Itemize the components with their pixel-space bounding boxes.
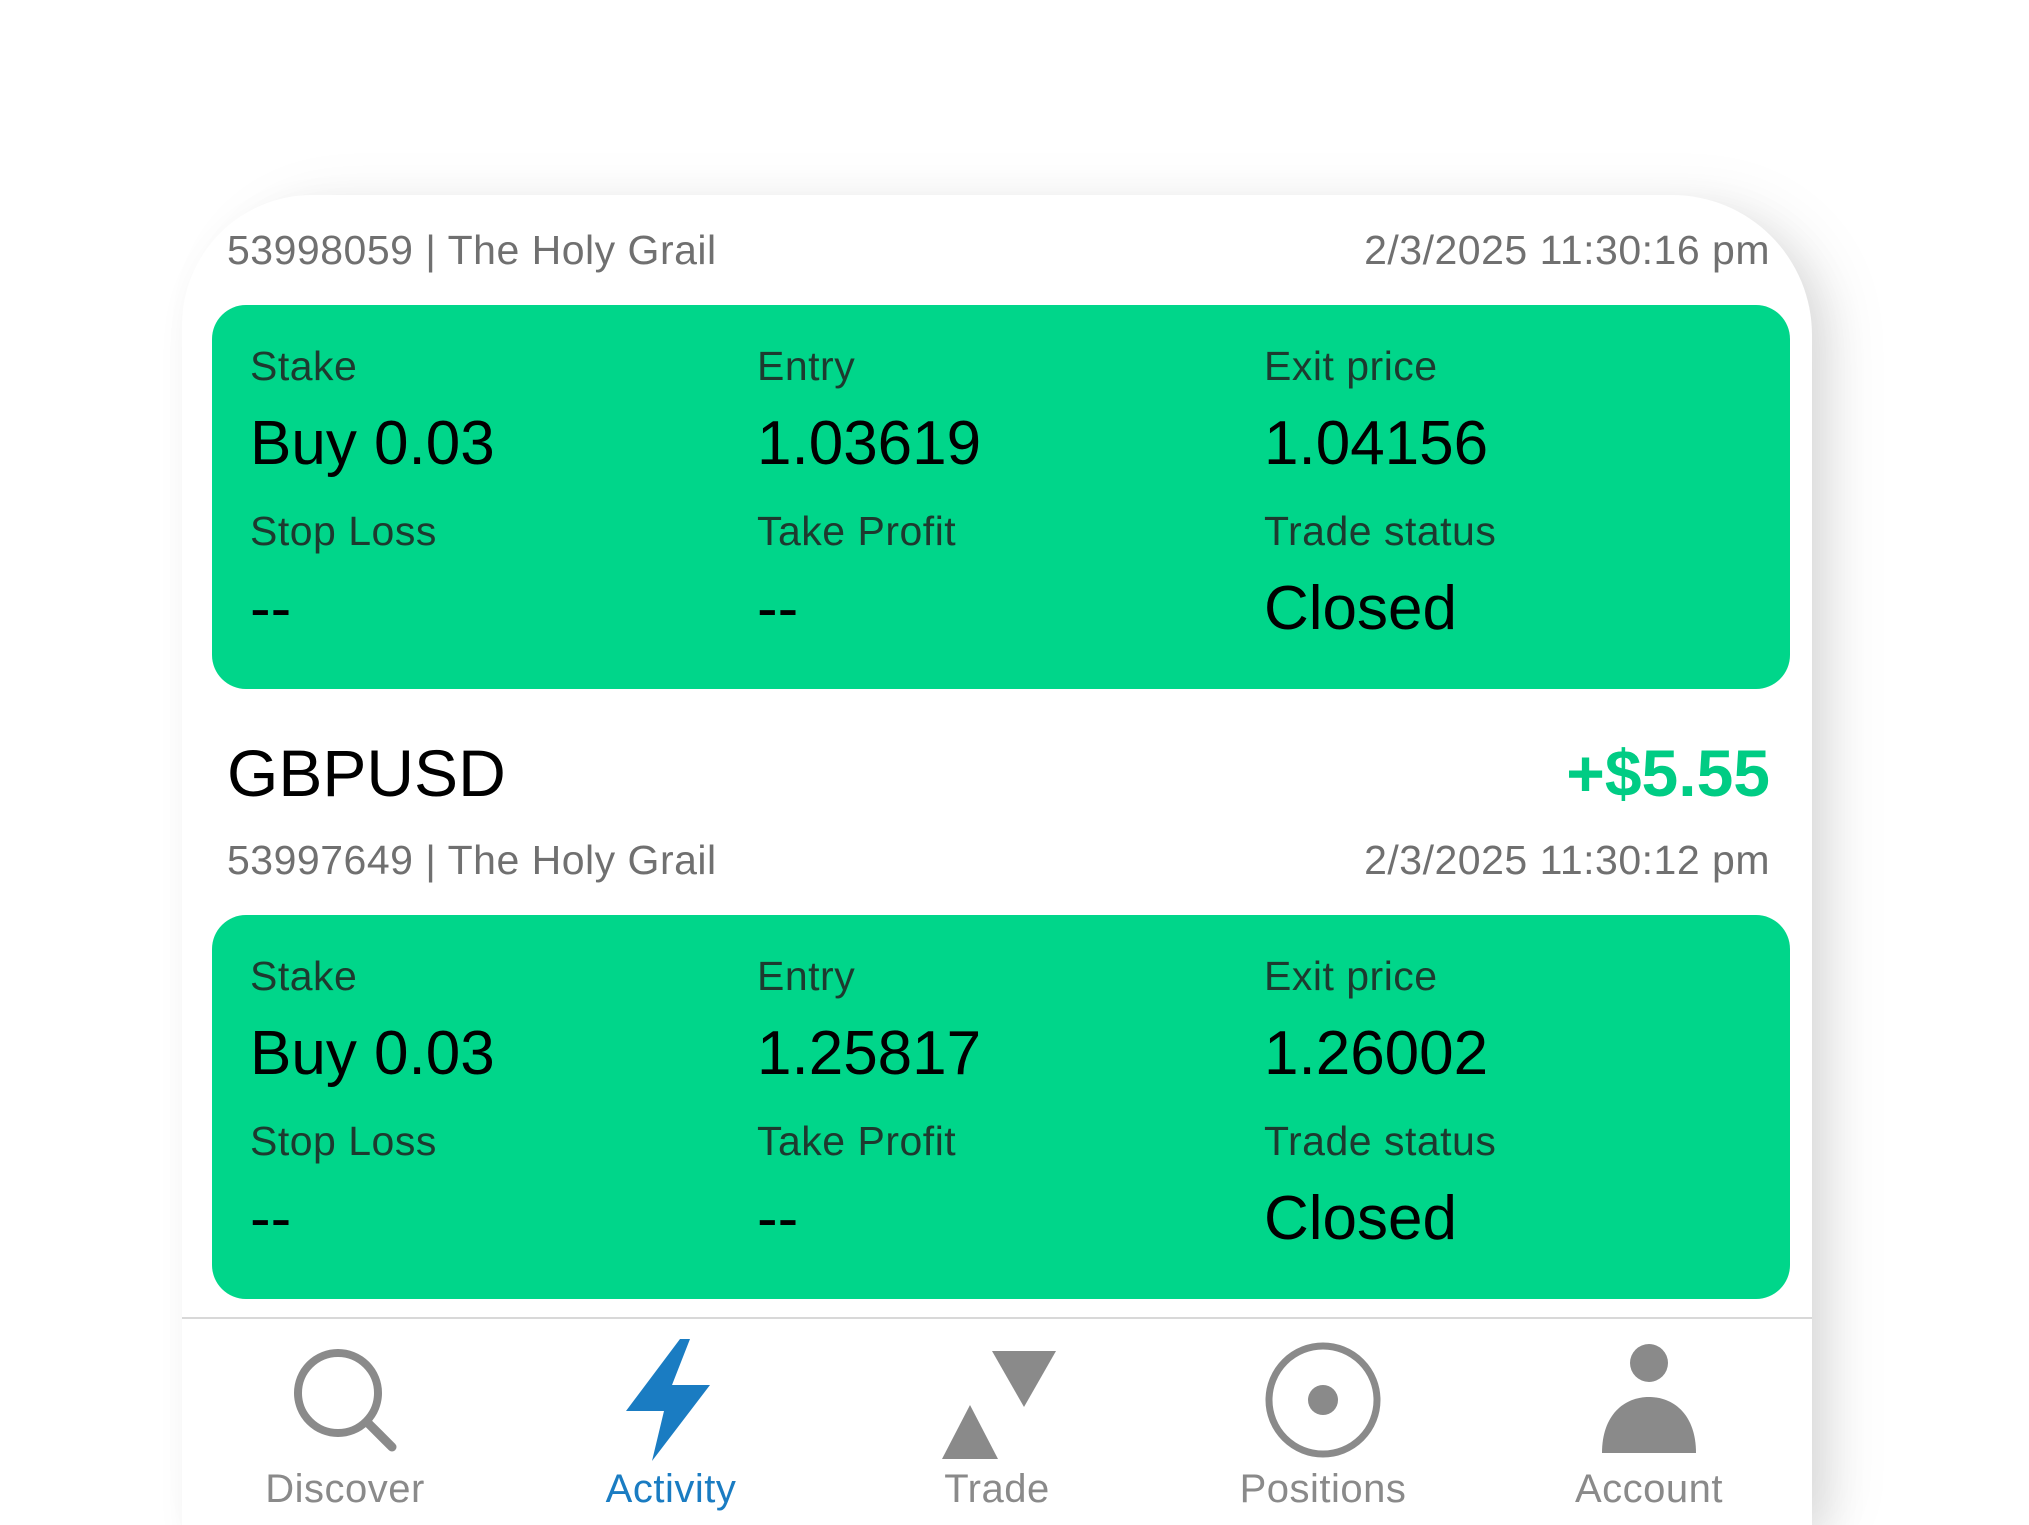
trade-card[interactable]: Stake Buy 0.03 Entry 1.03619 Exit price …: [212, 305, 1790, 689]
exit-cell: Exit price 1.04156: [1264, 343, 1488, 479]
trade-meta-row: 53997649 | The Holy Grail 2/3/2025 11:30…: [227, 837, 1770, 884]
tab-account-label: Account: [1574, 1467, 1724, 1511]
take-profit-cell: Take Profit --: [757, 508, 956, 644]
stop-loss-value: --: [250, 574, 292, 643]
tab-trade-label: Trade: [944, 1467, 1050, 1511]
trade-title-row[interactable]: GBPUSD +$5.55: [227, 735, 1770, 811]
exit-value: 1.04156: [1264, 409, 1489, 478]
trade-status-value: Closed: [1264, 1184, 1457, 1253]
exit-label: Exit price: [1264, 343, 1438, 389]
exit-value: 1.26002: [1264, 1019, 1489, 1088]
trade-status-label: Trade status: [1264, 1118, 1497, 1164]
tab-trade[interactable]: Trade: [834, 1319, 1160, 1525]
trade-meta-row: 53998059 | The Holy Grail 2/3/2025 11:30…: [227, 227, 1770, 274]
trade-status-cell: Trade status Closed: [1264, 1118, 1496, 1254]
entry-label: Entry: [757, 343, 856, 389]
take-profit-value: --: [757, 1184, 799, 1253]
stake-value: Buy 0.03: [250, 1019, 495, 1088]
trade-arrows-icon: [942, 1351, 1056, 1459]
tab-discover[interactable]: Discover: [182, 1319, 508, 1525]
trade-symbol: GBPUSD: [227, 736, 506, 810]
entry-value: 1.03619: [757, 409, 982, 478]
trade-card[interactable]: Stake Buy 0.03 Entry 1.25817 Exit price …: [212, 915, 1790, 1299]
tab-positions[interactable]: Positions: [1160, 1319, 1486, 1525]
stake-value: Buy 0.03: [250, 409, 495, 478]
trade-status-value: Closed: [1264, 574, 1457, 643]
phone-screen: 53998059 | The Holy Grail 2/3/2025 11:30…: [182, 195, 1812, 1525]
trade-timestamp: 2/3/2025 11:30:16 pm: [1364, 227, 1770, 273]
stop-loss-cell: Stop Loss --: [250, 1118, 437, 1254]
search-icon: [294, 1349, 397, 1452]
stake-label: Stake: [250, 343, 358, 389]
tab-positions-label: Positions: [1239, 1467, 1407, 1511]
bottom-tab-bar: Discover Activity Trade Positions Accoun…: [182, 1317, 1812, 1525]
exit-cell: Exit price 1.26002: [1264, 953, 1488, 1089]
trade-pnl: +$5.55: [1566, 736, 1770, 810]
stop-loss-cell: Stop Loss --: [250, 508, 437, 644]
entry-cell: Entry 1.25817: [757, 953, 981, 1089]
lightning-icon: [626, 1339, 710, 1461]
exit-label: Exit price: [1264, 953, 1438, 999]
trade-id: 53997649 | The Holy Grail: [227, 837, 717, 883]
stop-loss-label: Stop Loss: [250, 1118, 437, 1164]
tab-account[interactable]: Account: [1486, 1319, 1812, 1525]
trade-status-label: Trade status: [1264, 508, 1497, 554]
take-profit-label: Take Profit: [757, 1118, 957, 1164]
trade-status-cell: Trade status Closed: [1264, 508, 1496, 644]
stop-loss-value: --: [250, 1184, 292, 1253]
person-icon: [1602, 1344, 1696, 1453]
stake-cell: Stake Buy 0.03: [250, 953, 495, 1089]
take-profit-cell: Take Profit --: [757, 1118, 956, 1254]
trade-id: 53998059 | The Holy Grail: [227, 227, 717, 273]
stake-label: Stake: [250, 953, 358, 999]
tab-discover-label: Discover: [265, 1467, 425, 1511]
stop-loss-label: Stop Loss: [250, 508, 437, 554]
entry-value: 1.25817: [757, 1019, 982, 1088]
tab-activity-label: Activity: [605, 1467, 737, 1511]
trade-timestamp: 2/3/2025 11:30:12 pm: [1364, 837, 1770, 883]
take-profit-label: Take Profit: [757, 508, 957, 554]
stake-cell: Stake Buy 0.03: [250, 343, 495, 479]
take-profit-value: --: [757, 574, 799, 643]
entry-label: Entry: [757, 953, 856, 999]
entry-cell: Entry 1.03619: [757, 343, 981, 479]
target-icon: [1265, 1342, 1381, 1458]
tab-activity[interactable]: Activity: [508, 1319, 834, 1525]
